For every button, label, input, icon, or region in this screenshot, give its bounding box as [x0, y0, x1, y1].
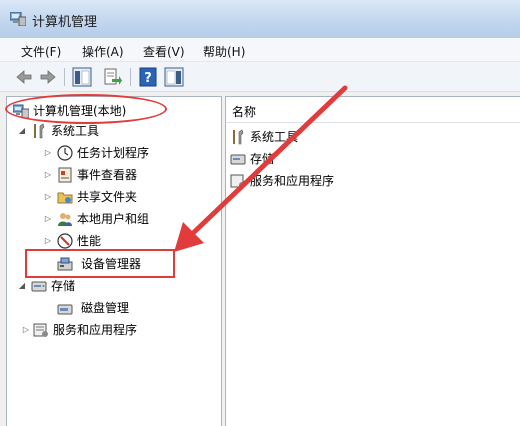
tree-item-label: 事件查看器: [77, 168, 138, 182]
toolbar: ?: [0, 62, 520, 92]
export-list-icon[interactable]: [102, 67, 122, 87]
back-arrow-icon[interactable]: [14, 67, 34, 87]
expand-arrow-icon[interactable]: ▷: [43, 209, 53, 229]
svg-text:?: ?: [144, 71, 152, 86]
title-bar[interactable]: 计算机管理: [0, 0, 520, 38]
computer-management-icon: [10, 12, 26, 26]
tree-item-label: 磁盘管理: [81, 301, 130, 315]
expand-arrow-icon[interactable]: ▷: [43, 187, 53, 207]
tree-item-disk-management[interactable]: 磁盘管理: [57, 298, 177, 318]
clock-icon: [57, 145, 73, 161]
window-title: 计算机管理: [32, 15, 98, 30]
list-item-label: 系统工具: [250, 130, 299, 144]
services-icon: [33, 323, 48, 337]
shared-folder-icon: [57, 192, 73, 204]
tree-item-label: 共享文件夹: [77, 190, 138, 204]
users-icon: [58, 213, 72, 226]
tools-icon: [34, 123, 45, 139]
expand-arrow-icon[interactable]: ▷: [43, 143, 53, 163]
tree-item-system-tools[interactable]: ◢ 系统工具: [17, 121, 197, 141]
expand-arrow-icon[interactable]: ▷: [21, 320, 31, 340]
list-item-storage[interactable]: 存储: [230, 149, 430, 169]
menu-action[interactable]: 操作(A): [82, 43, 124, 60]
services-icon: [230, 174, 245, 188]
list-item-label: 服务和应用程序: [250, 174, 335, 188]
column-header-label: 名称: [232, 105, 257, 119]
results-pane[interactable]: 名称 系统工具 存储 服务和应用程序: [225, 96, 520, 426]
highlight-ellipse: [5, 94, 167, 124]
storage-icon: [31, 281, 47, 292]
event-viewer-icon: [58, 167, 72, 183]
expand-arrow-icon[interactable]: ▷: [43, 165, 53, 185]
tree-item-task-scheduler[interactable]: ▷ 任务计划程序: [43, 143, 213, 163]
list-item-label: 存储: [250, 152, 275, 166]
tree-item-label: 服务和应用程序: [53, 323, 138, 337]
storage-icon: [230, 154, 246, 165]
menu-bar: 文件(F) 操作(A) 查看(V) 帮助(H): [0, 38, 520, 62]
help-icon[interactable]: ?: [138, 67, 158, 87]
tree-item-event-viewer[interactable]: ▷ 事件查看器: [43, 165, 213, 185]
menu-help[interactable]: 帮助(H): [203, 43, 245, 60]
column-header-name[interactable]: 名称: [226, 97, 520, 123]
forward-arrow-icon[interactable]: [38, 67, 58, 87]
collapse-arrow-icon[interactable]: ◢: [17, 276, 27, 296]
toolbar-separator: [130, 68, 131, 86]
tree-item-storage[interactable]: ◢ 存储: [17, 276, 197, 296]
tree-item-label: 本地用户和组: [77, 212, 150, 226]
tree-item-label: 系统工具: [51, 124, 100, 138]
tree-item-label: 性能: [77, 234, 102, 248]
expand-arrow-icon[interactable]: ▷: [43, 231, 53, 251]
tree-item-label: 任务计划程序: [77, 146, 150, 160]
highlight-box: [25, 249, 175, 278]
collapse-arrow-icon[interactable]: ◢: [17, 121, 27, 141]
list-item-system-tools[interactable]: 系统工具: [230, 127, 430, 147]
show-hide-action-pane-icon[interactable]: [164, 67, 184, 87]
tree-item-label: 存储: [51, 279, 76, 293]
performance-icon: [57, 233, 73, 249]
menu-view[interactable]: 查看(V): [143, 43, 185, 60]
tree-item-shared-folders[interactable]: ▷ 共享文件夹: [43, 187, 213, 207]
computer-management-window: 计算机管理 文件(F) 操作(A) 查看(V) 帮助(H) ? 计算机管理(本地…: [0, 0, 520, 426]
tree-item-services[interactable]: ▷ 服务和应用程序: [21, 320, 211, 340]
tree-item-local-users[interactable]: ▷ 本地用户和组: [43, 209, 213, 229]
tools-icon: [233, 129, 244, 145]
disk-management-icon: [57, 304, 73, 315]
list-item-services[interactable]: 服务和应用程序: [230, 171, 430, 191]
show-hide-console-tree-icon[interactable]: [72, 67, 92, 87]
toolbar-separator: [64, 68, 65, 86]
tree-item-performance[interactable]: ▷ 性能: [43, 231, 213, 251]
menu-file[interactable]: 文件(F): [21, 43, 61, 60]
